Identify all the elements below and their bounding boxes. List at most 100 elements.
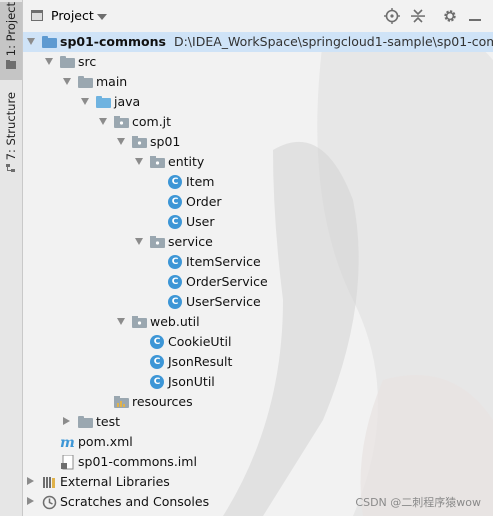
tree-item-class[interactable]: C CookieUtil	[23, 332, 493, 352]
tree-item-label: java	[114, 94, 141, 109]
package-icon	[150, 235, 165, 253]
class-icon: C	[168, 295, 182, 309]
class-icon: C	[168, 255, 182, 269]
panel-header: Project	[23, 0, 493, 33]
tree-item[interactable]: entity	[23, 152, 493, 172]
tab-project-label: 1: Project	[4, 2, 18, 57]
tree-item-label: JsonResult	[168, 354, 233, 369]
folder-icon	[6, 60, 16, 70]
file-icon	[60, 454, 75, 473]
tree-item-label: ItemService	[186, 254, 261, 269]
tree-item-class[interactable]: C ItemService	[23, 252, 493, 272]
resources-folder-icon	[114, 395, 129, 413]
tree-item-label: CookieUtil	[168, 334, 232, 349]
watermark: CSDN @二刺程序猿wow	[355, 496, 481, 509]
folder-icon	[60, 56, 75, 68]
chevron-right-icon[interactable]	[27, 497, 34, 505]
tree-item[interactable]: main	[23, 72, 493, 92]
tree-item[interactable]: test	[23, 412, 493, 432]
tree-item-label: sp01-commons D:\IDEA_WorkSpace\springclou…	[60, 34, 493, 49]
tree-item[interactable]: resources	[23, 392, 493, 412]
tree-item-label: External Libraries	[60, 474, 170, 489]
tree-item-label: src	[78, 54, 97, 69]
structure-icon	[6, 164, 15, 173]
scratches-icon	[42, 495, 57, 513]
chevron-down-icon[interactable]	[99, 118, 107, 125]
tree-item-label: Item	[186, 174, 215, 189]
chevron-down-icon[interactable]	[135, 158, 143, 165]
module-folder-icon	[42, 36, 57, 48]
chevron-down-icon[interactable]	[81, 98, 89, 105]
tree-item-class[interactable]: C Order	[23, 192, 493, 212]
chevron-down-icon[interactable]	[97, 14, 107, 20]
tree-item-label: OrderService	[186, 274, 268, 289]
tree-item[interactable]: com.jt	[23, 112, 493, 132]
module-path: D:\IDEA_WorkSpace\springcloud1-sample\sp…	[173, 34, 493, 49]
tree-item-label: test	[96, 414, 121, 429]
tab-project[interactable]: 1: Project	[0, 2, 22, 80]
tree-item-label: UserService	[186, 294, 261, 309]
tree-item-label: pom.xml	[78, 434, 133, 449]
tree-item-label: sp01-commons.iml	[78, 454, 197, 469]
chevron-down-icon[interactable]	[117, 138, 125, 145]
chevron-down-icon[interactable]	[63, 78, 71, 85]
folder-icon	[78, 76, 93, 88]
tree-item-class[interactable]: C JsonUtil	[23, 372, 493, 392]
tree-item-label: sp01	[150, 134, 181, 149]
tree-item[interactable]: sp01-commons.iml	[23, 452, 493, 472]
folder-icon	[78, 416, 93, 428]
tree-item-label: com.jt	[132, 114, 172, 129]
chevron-down-icon[interactable]	[45, 58, 53, 65]
tree-item[interactable]: src	[23, 52, 493, 72]
chevron-down-icon[interactable]	[135, 238, 143, 245]
maven-icon: m	[60, 435, 75, 453]
hide-icon[interactable]	[467, 8, 483, 24]
class-icon: C	[168, 215, 182, 229]
class-icon: C	[150, 375, 164, 389]
tree-item[interactable]: External Libraries	[23, 472, 493, 492]
chevron-down-icon[interactable]	[117, 318, 125, 325]
tree-item[interactable]: sp01-commons D:\IDEA_WorkSpace\springclou…	[23, 32, 493, 52]
collapse-all-icon[interactable]	[410, 8, 426, 24]
gear-icon[interactable]	[442, 8, 458, 24]
tab-structure[interactable]: 7: Structure	[0, 92, 22, 178]
tree-item[interactable]: java	[23, 92, 493, 112]
svg-text:m: m	[60, 435, 75, 450]
tree-item[interactable]: sp01	[23, 132, 493, 152]
class-icon: C	[168, 275, 182, 289]
tree-item-label: User	[186, 214, 215, 229]
class-icon: C	[150, 355, 164, 369]
package-icon	[150, 155, 165, 173]
tree-item-class[interactable]: C JsonResult	[23, 352, 493, 372]
project-icon	[31, 10, 43, 21]
tool-window-strip: 1: Project 7: Structure	[0, 0, 23, 516]
tree-item-label: entity	[168, 154, 205, 169]
package-icon	[114, 115, 129, 133]
tree-item[interactable]: web.util	[23, 312, 493, 332]
tab-structure-label: 7: Structure	[4, 92, 18, 161]
tree-item[interactable]: service	[23, 232, 493, 252]
tree-item-class[interactable]: C OrderService	[23, 272, 493, 292]
tree-item-class[interactable]: C Item	[23, 172, 493, 192]
tree-item-label: JsonUtil	[168, 374, 215, 389]
chevron-right-icon[interactable]	[63, 417, 70, 425]
tree-item-label: resources	[132, 394, 193, 409]
panel-title[interactable]: Project	[51, 8, 94, 23]
tree-item-label: Scratches and Consoles	[60, 494, 210, 509]
package-icon	[132, 315, 147, 333]
chevron-down-icon[interactable]	[27, 38, 35, 45]
libraries-icon	[42, 475, 57, 493]
class-icon: C	[168, 175, 182, 189]
tree-item-class[interactable]: C User	[23, 212, 493, 232]
tree-item-label: web.util	[150, 314, 200, 329]
source-folder-icon	[96, 96, 111, 108]
class-icon: C	[168, 195, 182, 209]
tree-item-label: main	[96, 74, 128, 89]
package-icon	[132, 135, 147, 153]
tree-item-class[interactable]: C UserService	[23, 292, 493, 312]
class-icon: C	[150, 335, 164, 349]
tree-item-label: service	[168, 234, 213, 249]
locate-icon[interactable]	[384, 8, 400, 24]
tree-item[interactable]: m pom.xml	[23, 432, 493, 452]
chevron-right-icon[interactable]	[27, 477, 34, 485]
